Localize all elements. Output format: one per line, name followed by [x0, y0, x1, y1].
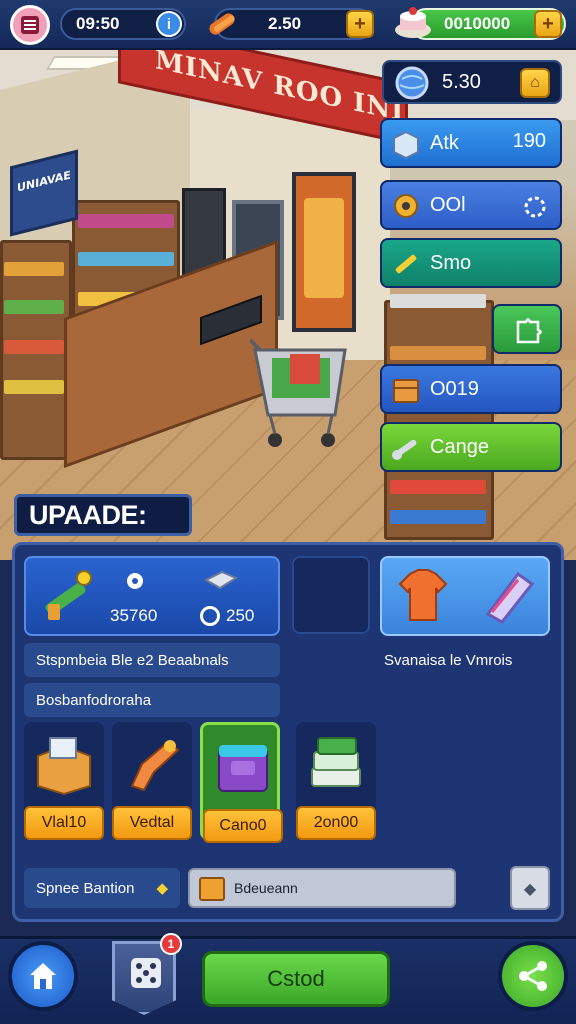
product-row [4, 262, 64, 276]
product-row [4, 300, 64, 314]
empty-slot[interactable] [292, 556, 370, 634]
upgrade-item[interactable]: Vlal10 [24, 722, 104, 840]
arrow-right-icon: ◆ [523, 878, 537, 898]
product-row [390, 510, 486, 524]
side-button-ool[interactable]: OOl [380, 180, 562, 230]
footer-field[interactable]: Bdeueann [188, 868, 456, 908]
list-icon [21, 16, 39, 34]
description-left: Stspmbeia Ble e2 Beaabnals [24, 643, 280, 677]
wall-advert [292, 172, 356, 332]
machine-icon [203, 570, 238, 590]
upgrade-card-items[interactable] [380, 556, 550, 636]
center-action-button[interactable]: Cstod [202, 951, 390, 1007]
dice-icon [131, 958, 161, 988]
bag-icon [218, 745, 268, 792]
side-button-cange[interactable]: Cange [380, 422, 562, 472]
home-icon [30, 963, 56, 989]
product-row [390, 294, 486, 308]
gear-icon [127, 573, 143, 589]
upgrade-title: UPAADE: [14, 494, 192, 536]
product-row [78, 214, 174, 228]
product-row [390, 480, 486, 494]
chevron-icon: ◆ [156, 880, 168, 897]
notification-badge: 1 [160, 933, 182, 955]
game-screen: UNIAVAE MINAV ROO INIRU 09:50 i 2.50 + 0… [0, 0, 576, 1024]
upgrade-item[interactable]: 2on00 [296, 722, 376, 840]
info-icon[interactable]: i [156, 11, 182, 37]
cake-icon [395, 7, 431, 38]
puzzle-icon [516, 318, 542, 344]
next-arrow-button[interactable]: ◆ [510, 866, 550, 910]
footer-label: Spnee Bantion ◆ [24, 868, 180, 908]
item-price-label: Cano0 [203, 809, 283, 843]
description-right: Svanaisa le Vmrois [384, 651, 513, 669]
add-resource-button[interactable]: + [346, 10, 374, 38]
stack-icon [311, 737, 361, 787]
upgrade-item-selected[interactable]: Cano0 [200, 722, 283, 843]
box-icon [393, 130, 419, 160]
coin-icon [200, 606, 220, 626]
crate-icon [199, 877, 225, 901]
shirt-icon [398, 569, 448, 621]
side-button-atk[interactable]: Atk 190 [380, 118, 562, 168]
globe-icon [395, 66, 429, 100]
map-icon[interactable]: ⌂ [520, 68, 550, 98]
sausage-icon [209, 13, 235, 35]
crate-icon [393, 379, 419, 403]
stat-value-b: 250 [226, 606, 255, 625]
panel-icon [485, 571, 535, 624]
home-button[interactable] [8, 941, 78, 1011]
side-button-smo[interactable]: Smo [380, 238, 562, 288]
side-button-o019[interactable]: O019 [380, 364, 562, 414]
top-bar: 09:50 i 2.50 + 0010000 + [0, 0, 576, 50]
category-label: Bosbanfodroraha [24, 683, 280, 717]
coin-panel: 5.30 ⌂ [382, 60, 562, 104]
tape-icon [394, 194, 418, 218]
product-row [4, 340, 64, 354]
menu-button[interactable] [10, 5, 50, 45]
bottom-nav: 1 Cstod [0, 933, 576, 1024]
product-row [4, 380, 64, 394]
side-button-puzzle[interactable] [492, 304, 562, 354]
item-price-label: 2on00 [296, 806, 376, 840]
add-gem-button[interactable]: + [534, 10, 562, 38]
gear-icon [524, 196, 546, 218]
shopping-cart[interactable] [250, 330, 350, 458]
blaster-icon [45, 570, 92, 620]
upgrade-item[interactable]: Vedtal [112, 722, 192, 840]
item-price-label: Vedtal [112, 806, 192, 840]
wrench-icon [392, 439, 417, 460]
upgrade-card-stats[interactable]: 35760 250 [24, 556, 280, 636]
stat-value-a: 35760 [110, 606, 158, 625]
blaster-icon [130, 740, 180, 792]
item-price-label: Vlal10 [24, 806, 104, 840]
product-row [390, 346, 486, 360]
share-icon [519, 961, 547, 991]
pencil-icon [395, 254, 417, 274]
share-button[interactable] [498, 941, 568, 1011]
box-open-icon [37, 737, 91, 796]
product-row [78, 252, 174, 266]
shelf-right [384, 300, 494, 540]
